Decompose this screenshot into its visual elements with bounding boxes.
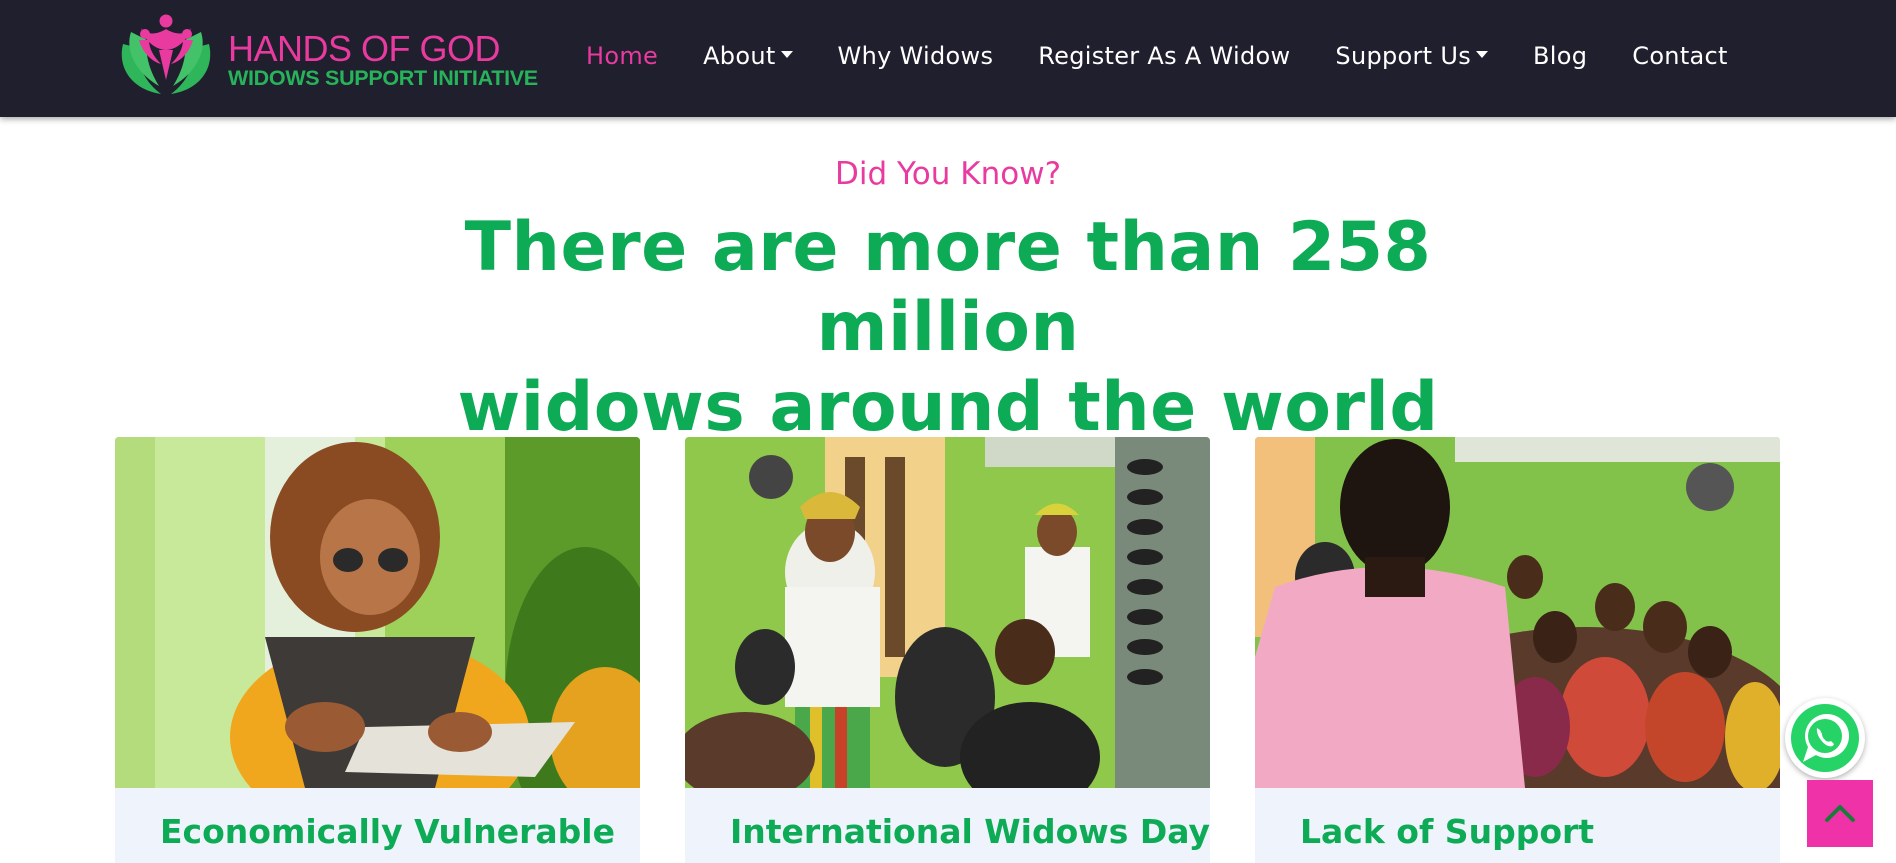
card-international-widows-day[interactable]: International Widows Day bbox=[685, 437, 1210, 863]
chevron-down-icon bbox=[780, 51, 793, 58]
logo-subtitle: WIDOWS SUPPORT INITIATIVE bbox=[228, 66, 538, 90]
nav-about-label: About bbox=[703, 42, 776, 70]
card-title: International Widows Day bbox=[730, 812, 1210, 851]
nav-support-us[interactable]: Support Us bbox=[1335, 42, 1488, 70]
nav-why-widows-label: Why Widows bbox=[837, 42, 994, 70]
nav-contact[interactable]: Contact bbox=[1632, 42, 1727, 70]
nav-blog[interactable]: Blog bbox=[1533, 42, 1587, 70]
site-header: HANDS OF GOD WIDOWS SUPPORT INITIATIVE H… bbox=[0, 0, 1896, 117]
card-title: Economically Vulnerable bbox=[160, 812, 615, 851]
back-to-top-button[interactable] bbox=[1807, 780, 1873, 847]
whatsapp-chat-button[interactable] bbox=[1785, 698, 1865, 778]
card-lack-of-support[interactable]: Lack of Support bbox=[1255, 437, 1780, 863]
main-nav: Home About Why Widows Register As A Wido… bbox=[586, 0, 1728, 112]
logo-title: HANDS OF GOD bbox=[228, 28, 501, 69]
nav-register-widow[interactable]: Register As A Widow bbox=[1038, 42, 1290, 70]
nav-home[interactable]: Home bbox=[586, 42, 658, 70]
nav-why-widows[interactable]: Why Widows bbox=[838, 42, 994, 70]
lotus-people-icon bbox=[121, 14, 211, 94]
nav-support-us-label: Support Us bbox=[1335, 42, 1471, 70]
headline-line-1: There are more than 258 million bbox=[464, 208, 1432, 367]
section-eyebrow: Did You Know? bbox=[834, 156, 1062, 192]
card-title: Lack of Support bbox=[1300, 812, 1595, 851]
nav-home-label: Home bbox=[586, 42, 659, 70]
nav-register-widow-label: Register As A Widow bbox=[1038, 42, 1291, 70]
nav-contact-label: Contact bbox=[1632, 42, 1728, 70]
widows-gathering-photo bbox=[1255, 437, 1780, 788]
whatsapp-icon bbox=[1791, 704, 1859, 772]
chevron-down-icon bbox=[1476, 51, 1488, 58]
card-economically-vulnerable[interactable]: Economically Vulnerable bbox=[115, 437, 640, 863]
site-logo[interactable]: HANDS OF GOD WIDOWS SUPPORT INITIATIVE bbox=[115, 14, 538, 96]
chevron-up-icon bbox=[1825, 805, 1855, 822]
headline-line-2: widows around the world bbox=[457, 368, 1439, 447]
woman-reading-card-photo bbox=[115, 437, 640, 788]
section-headline: There are more than 258 million widows a… bbox=[348, 208, 1548, 448]
nav-about[interactable]: About bbox=[703, 42, 793, 70]
widows-optical-clinic-photo bbox=[685, 437, 1210, 788]
nav-blog-label: Blog bbox=[1533, 42, 1588, 70]
